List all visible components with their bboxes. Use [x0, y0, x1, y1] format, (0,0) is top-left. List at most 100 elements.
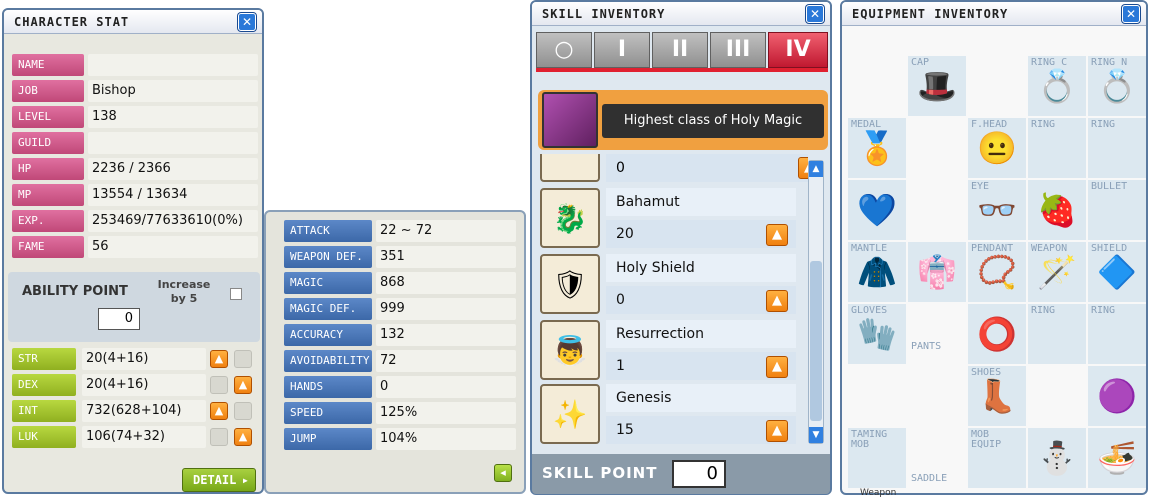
- skill-list: 0 ▲ 🐉 Bahamut 20▲ 🛡 Holy Shield 0▲ 👼 Res…: [532, 154, 808, 446]
- pendant-icon: 📿: [977, 253, 1017, 291]
- tab-job-4[interactable]: IV: [768, 32, 828, 68]
- stat-row-exp: EXP. 253469/77633610(0%): [12, 210, 258, 234]
- shield-icon: 🔷: [1097, 253, 1137, 291]
- slot-weapon[interactable]: WEAPON 🪄: [1028, 242, 1086, 302]
- close-icon[interactable]: ✕: [238, 13, 256, 31]
- int-up-arrow-icon[interactable]: ▲: [210, 402, 228, 420]
- dex-up-arrow-icon[interactable]: ▲: [234, 376, 252, 394]
- skill-up-arrow-icon[interactable]: ▲: [766, 420, 788, 442]
- int-slot-icon: [234, 402, 252, 420]
- ability-point-value: 0: [98, 308, 140, 330]
- slot-saddle[interactable]: SADDLE: [908, 472, 966, 490]
- scroll-thumb[interactable]: [810, 261, 822, 421]
- increase-checkbox[interactable]: [230, 288, 242, 300]
- slot-ring-1[interactable]: RING: [1028, 118, 1086, 178]
- slot-medal[interactable]: MEDAL 🏅: [848, 118, 906, 178]
- slot-overall[interactable]: 👘: [908, 242, 966, 302]
- slot-forehead[interactable]: F.HEAD 😐: [968, 118, 1026, 178]
- detail-stat-window: ATTACK 22 ~ 72 WEAPON DEF. 351 MAGIC 868…: [264, 210, 526, 494]
- slot-pet-1[interactable]: ⛄: [1028, 428, 1086, 488]
- scroll-up-icon[interactable]: ▲: [809, 161, 823, 177]
- collapse-arrow-icon[interactable]: ◂: [494, 464, 512, 482]
- scroll-down-icon[interactable]: ▼: [809, 427, 823, 443]
- detail-row-accuracy: ACCURACY 132: [284, 324, 516, 348]
- skill-row-bahamut[interactable]: 🐉 Bahamut 20 ▲: [540, 186, 800, 250]
- skill-scrollbar[interactable]: ▲ ▼: [808, 160, 824, 444]
- str-up-arrow-icon[interactable]: ▲: [210, 350, 228, 368]
- partial-skill-icon: [540, 154, 600, 182]
- slot-shoes[interactable]: SHOES 👢: [968, 366, 1026, 426]
- slot-mob-equip[interactable]: MOB EQUIP: [968, 428, 1026, 488]
- slot-ring-4[interactable]: RING: [1088, 304, 1146, 364]
- detail-row-hands: HANDS 0: [284, 376, 516, 400]
- slot-ring-n[interactable]: RING N 💍: [1088, 56, 1146, 116]
- stat-label: MP: [12, 184, 84, 206]
- attr-label: DEX: [12, 374, 76, 396]
- character-stat-titlebar[interactable]: CHARACTER STAT ✕: [4, 10, 262, 34]
- face-accessory-icon: 😐: [977, 129, 1017, 167]
- slot-ring-2[interactable]: RING: [1088, 118, 1146, 178]
- stat-row-name: NAME: [12, 54, 258, 78]
- equipment-inventory-title: EQUIPMENT INVENTORY: [852, 7, 1009, 21]
- attr-value-luk: 106(74+32): [82, 426, 206, 448]
- stat-value-guild: [88, 132, 258, 154]
- skill-row-holy-shield[interactable]: 🛡 Holy Shield 0 ▲: [540, 252, 800, 316]
- skill-row-resurrection[interactable]: 👼 Resurrection 1 ▲: [540, 318, 800, 382]
- stat-label: HP: [12, 158, 84, 180]
- slot-pet-2[interactable]: 🍜: [1088, 428, 1146, 488]
- detail-label: DETAIL: [193, 473, 237, 487]
- skill-up-arrow-icon[interactable]: ▲: [766, 224, 788, 246]
- slot-ring-c[interactable]: RING C 💍: [1028, 56, 1086, 116]
- tab-job-3[interactable]: III: [710, 32, 766, 68]
- stat-label: NAME: [12, 54, 84, 76]
- attr-value-int: 732(628+104): [82, 400, 206, 422]
- detail-button[interactable]: DETAIL ▸: [182, 468, 256, 492]
- slot-shield[interactable]: SHIELD 🔷: [1088, 242, 1146, 302]
- slot-earring[interactable]: 🍓: [1028, 180, 1086, 240]
- luk-up-arrow-icon[interactable]: ▲: [234, 428, 252, 446]
- slot-mantle[interactable]: MANTLE 🧥: [848, 242, 906, 302]
- skill-up-arrow-icon[interactable]: ▲: [798, 157, 808, 179]
- skill-name: Holy Shield: [606, 254, 796, 282]
- slot-heart[interactable]: 💙: [848, 180, 906, 240]
- ability-point-panel: ABILITY POINT Increase by 5 0: [8, 272, 260, 342]
- stat-value-fame: 56: [88, 236, 258, 258]
- slot-belt[interactable]: ⭕: [968, 304, 1026, 364]
- attribute-list: STR 20(4+16) ▲ DEX 20(4+16) ▲ INT 732(62…: [12, 348, 258, 458]
- heart-balloon-icon: 💙: [857, 191, 897, 229]
- close-icon[interactable]: ✕: [806, 5, 824, 23]
- gloves-icon: 🧤: [857, 315, 897, 353]
- skill-up-arrow-icon[interactable]: ▲: [766, 290, 788, 312]
- skill-row-genesis[interactable]: ✨ Genesis 15 ▲: [540, 382, 800, 446]
- slot-gloves[interactable]: GLOVES 🧤: [848, 304, 906, 364]
- slot-ring-3[interactable]: RING: [1028, 304, 1086, 364]
- close-icon[interactable]: ✕: [1122, 5, 1140, 23]
- slot-pet[interactable]: 🟣: [1088, 366, 1146, 426]
- skill-tabs: ○ I II III IV: [536, 32, 828, 72]
- detail-value-attack: 22 ~ 72: [376, 220, 516, 242]
- attr-row-str: STR 20(4+16) ▲: [12, 348, 258, 372]
- cape-icon: 🧥: [857, 253, 897, 291]
- attr-row-int: INT 732(628+104) ▲: [12, 400, 258, 424]
- slot-pants[interactable]: PANTS: [908, 340, 966, 364]
- detail-row-avoidability: AVOIDABILITY 72: [284, 350, 516, 374]
- detail-row-magic-def: MAGIC DEF. 999: [284, 298, 516, 322]
- slot-eye[interactable]: EYE 👓: [968, 180, 1026, 240]
- slot-bullet[interactable]: BULLET: [1088, 180, 1146, 240]
- holy-shield-icon: 🛡: [540, 254, 600, 314]
- skill-level: 0 ▲: [606, 286, 796, 314]
- skill-inventory-titlebar[interactable]: SKILL INVENTORY ✕: [532, 2, 830, 26]
- ability-point-label: ABILITY POINT: [22, 284, 128, 299]
- character-stat-window: CHARACTER STAT ✕ NAME JOB Bishop LEVEL 1…: [2, 8, 264, 494]
- tab-job-2[interactable]: II: [652, 32, 708, 68]
- medal-icon: 🏅: [857, 129, 897, 167]
- tab-beginner[interactable]: ○: [536, 32, 592, 68]
- slot-pendant[interactable]: PENDANT 📿: [968, 242, 1026, 302]
- glasses-icon: 👓: [977, 191, 1017, 229]
- equipment-inventory-titlebar[interactable]: EQUIPMENT INVENTORY ✕: [842, 2, 1146, 26]
- tab-job-1[interactable]: I: [594, 32, 650, 68]
- slot-taming-mob[interactable]: TAMING MOB: [848, 428, 906, 488]
- slot-cap[interactable]: CAP 🎩: [908, 56, 966, 116]
- detail-label: AVOIDABILITY: [284, 350, 372, 372]
- skill-up-arrow-icon[interactable]: ▲: [766, 356, 788, 378]
